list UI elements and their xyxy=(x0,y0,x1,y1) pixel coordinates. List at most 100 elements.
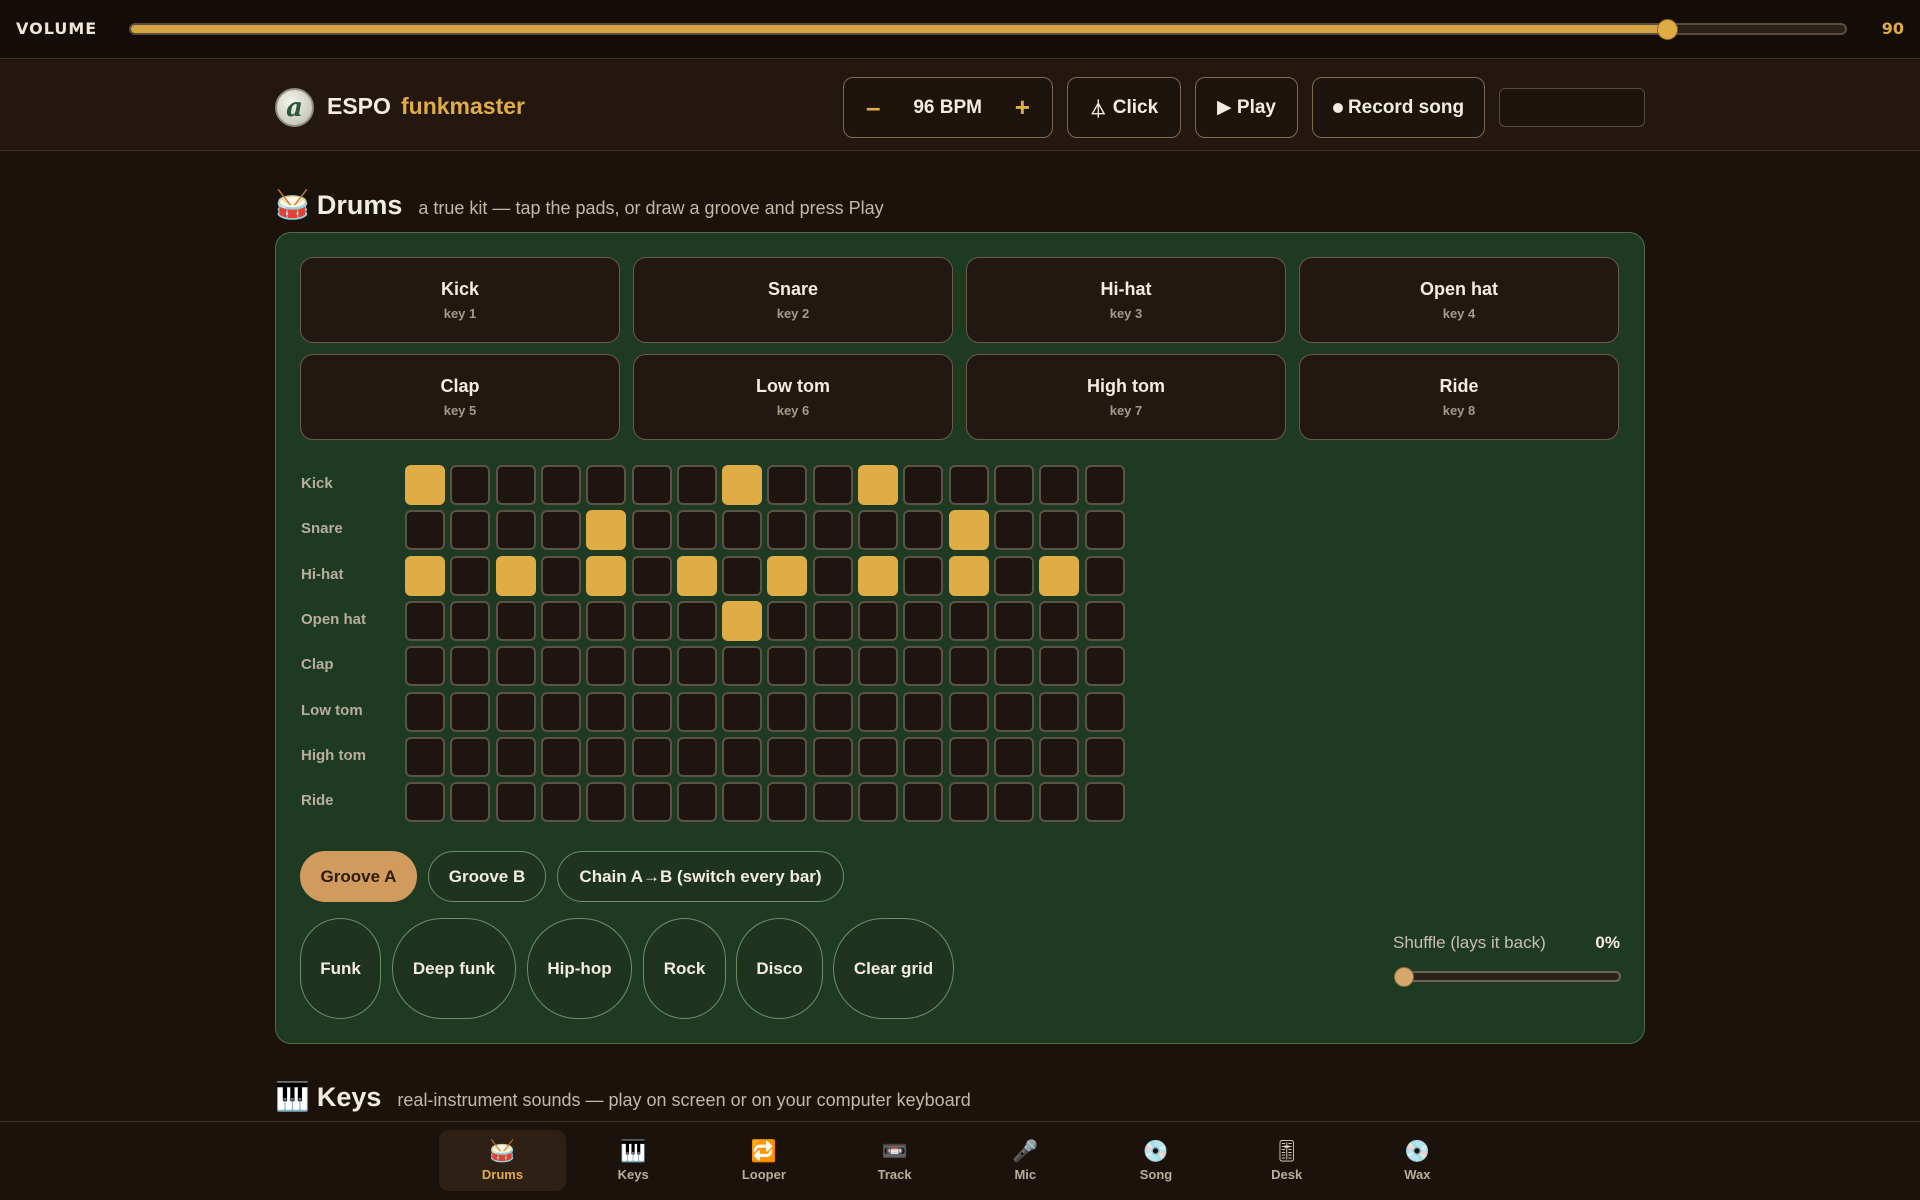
step-cell[interactable] xyxy=(722,737,762,777)
step-cell[interactable] xyxy=(677,510,717,550)
step-cell[interactable] xyxy=(767,601,807,641)
step-cell[interactable] xyxy=(450,556,490,596)
step-cell[interactable] xyxy=(450,737,490,777)
step-cell[interactable] xyxy=(903,692,943,732)
step-cell[interactable] xyxy=(632,646,672,686)
step-cell[interactable] xyxy=(586,782,626,822)
step-cell[interactable] xyxy=(541,646,581,686)
step-cell[interactable] xyxy=(767,510,807,550)
step-cell[interactable] xyxy=(767,782,807,822)
step-cell[interactable] xyxy=(405,692,445,732)
step-cell[interactable] xyxy=(586,510,626,550)
step-cell[interactable] xyxy=(813,782,853,822)
step-cell[interactable] xyxy=(722,465,762,505)
step-cell[interactable] xyxy=(677,782,717,822)
step-cell[interactable] xyxy=(949,646,989,686)
record-song-button[interactable]: Record song xyxy=(1312,77,1485,138)
step-cell[interactable] xyxy=(586,737,626,777)
step-cell[interactable] xyxy=(405,646,445,686)
step-cell[interactable] xyxy=(994,692,1034,732)
step-cell[interactable] xyxy=(903,465,943,505)
step-cell[interactable] xyxy=(949,601,989,641)
step-cell[interactable] xyxy=(496,601,536,641)
step-cell[interactable] xyxy=(1085,692,1125,732)
step-cell[interactable] xyxy=(858,510,898,550)
header-input[interactable] xyxy=(1499,88,1645,127)
step-cell[interactable] xyxy=(1039,737,1079,777)
step-cell[interactable] xyxy=(632,692,672,732)
groove-button-3[interactable]: Chain A→B (switch every bar) xyxy=(557,851,844,902)
step-cell[interactable] xyxy=(722,782,762,822)
step-cell[interactable] xyxy=(767,646,807,686)
step-cell[interactable] xyxy=(949,782,989,822)
nav-item-drums[interactable]: 🥁 Drums xyxy=(439,1130,566,1191)
step-cell[interactable] xyxy=(632,465,672,505)
step-cell[interactable] xyxy=(496,646,536,686)
step-cell[interactable] xyxy=(903,601,943,641)
step-cell[interactable] xyxy=(450,782,490,822)
step-cell[interactable] xyxy=(722,601,762,641)
step-cell[interactable] xyxy=(450,692,490,732)
nav-item-looper[interactable]: 🔁 Looper xyxy=(700,1130,827,1191)
step-cell[interactable] xyxy=(586,465,626,505)
step-cell[interactable] xyxy=(450,510,490,550)
step-cell[interactable] xyxy=(722,510,762,550)
nav-item-wax[interactable]: 💿 Wax xyxy=(1354,1130,1481,1191)
preset-button-hip-hop[interactable]: Hip-hop xyxy=(527,918,632,1019)
step-cell[interactable] xyxy=(1039,556,1079,596)
step-cell[interactable] xyxy=(949,510,989,550)
preset-button-disco[interactable]: Disco xyxy=(736,918,823,1019)
step-cell[interactable] xyxy=(767,692,807,732)
step-cell[interactable] xyxy=(858,646,898,686)
drum-pad-open-hat[interactable]: Open hat key 4 xyxy=(1299,257,1619,343)
step-cell[interactable] xyxy=(858,692,898,732)
step-cell[interactable] xyxy=(813,556,853,596)
step-cell[interactable] xyxy=(1085,782,1125,822)
step-cell[interactable] xyxy=(858,601,898,641)
step-cell[interactable] xyxy=(496,782,536,822)
step-cell[interactable] xyxy=(903,646,943,686)
step-cell[interactable] xyxy=(586,601,626,641)
step-cell[interactable] xyxy=(541,510,581,550)
step-cell[interactable] xyxy=(1085,737,1125,777)
bpm-decrease-button[interactable]: – xyxy=(866,92,880,123)
step-cell[interactable] xyxy=(586,646,626,686)
groove-button-2[interactable]: Groove B xyxy=(428,851,546,902)
step-cell[interactable] xyxy=(677,556,717,596)
nav-item-mic[interactable]: 🎤 Mic xyxy=(962,1130,1089,1191)
step-cell[interactable] xyxy=(450,601,490,641)
shuffle-slider[interactable] xyxy=(1394,971,1621,982)
step-cell[interactable] xyxy=(813,465,853,505)
step-cell[interactable] xyxy=(858,556,898,596)
bpm-increase-button[interactable]: + xyxy=(1015,92,1030,123)
step-cell[interactable] xyxy=(632,556,672,596)
step-cell[interactable] xyxy=(949,692,989,732)
drum-pad-snare[interactable]: Snare key 2 xyxy=(633,257,953,343)
step-cell[interactable] xyxy=(1085,510,1125,550)
step-cell[interactable] xyxy=(632,601,672,641)
step-cell[interactable] xyxy=(994,510,1034,550)
step-cell[interactable] xyxy=(767,737,807,777)
step-cell[interactable] xyxy=(949,737,989,777)
step-cell[interactable] xyxy=(1039,510,1079,550)
step-cell[interactable] xyxy=(949,465,989,505)
step-cell[interactable] xyxy=(994,737,1034,777)
drum-pad-ride[interactable]: Ride key 8 xyxy=(1299,354,1619,440)
nav-item-keys[interactable]: 🎹 Keys xyxy=(570,1130,697,1191)
step-cell[interactable] xyxy=(496,556,536,596)
step-cell[interactable] xyxy=(722,692,762,732)
step-cell[interactable] xyxy=(496,465,536,505)
step-cell[interactable] xyxy=(903,510,943,550)
step-cell[interactable] xyxy=(677,737,717,777)
step-cell[interactable] xyxy=(450,646,490,686)
step-cell[interactable] xyxy=(813,510,853,550)
step-cell[interactable] xyxy=(813,692,853,732)
shuffle-slider-thumb[interactable] xyxy=(1394,967,1414,987)
step-cell[interactable] xyxy=(1039,601,1079,641)
nav-item-desk[interactable]: 🎚 Desk xyxy=(1223,1130,1350,1191)
step-cell[interactable] xyxy=(1039,646,1079,686)
step-cell[interactable] xyxy=(903,782,943,822)
step-cell[interactable] xyxy=(405,782,445,822)
step-cell[interactable] xyxy=(813,646,853,686)
step-cell[interactable] xyxy=(1085,646,1125,686)
